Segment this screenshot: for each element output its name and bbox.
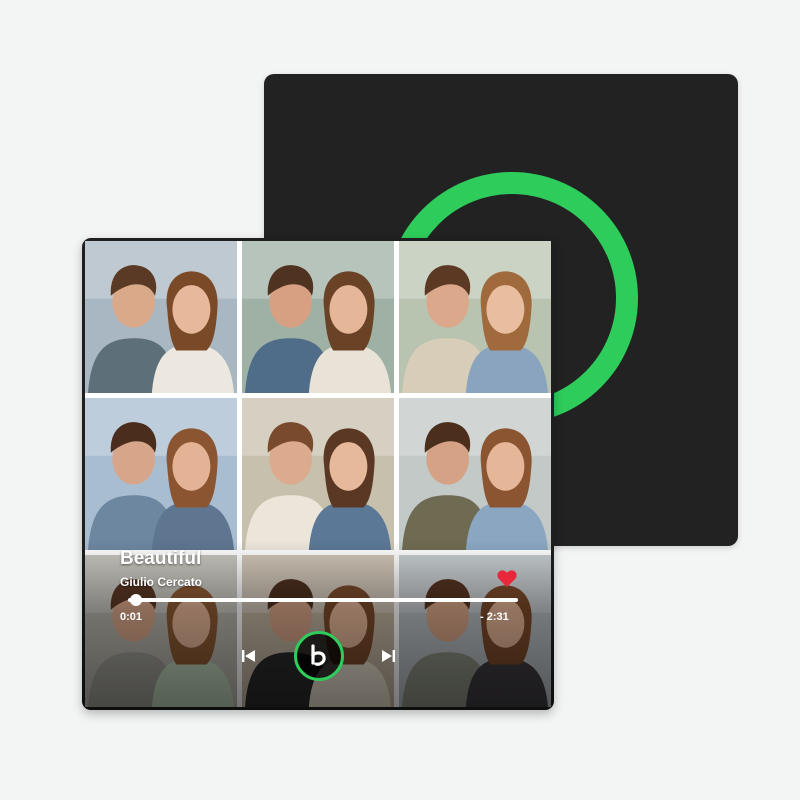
brand-b-icon: [311, 644, 326, 666]
player-card: Beautiful Giulio Cercato 0:01 - 2:31: [82, 238, 554, 710]
couple-photo: [242, 241, 394, 393]
artist-name: Giulio Cercato: [120, 575, 203, 589]
couple-photo: [242, 398, 394, 550]
progress-knob[interactable]: [129, 594, 142, 606]
couple-photo: [399, 241, 551, 393]
song-title: Beautiful: [120, 548, 202, 569]
skip-previous-icon[interactable]: [242, 649, 256, 663]
skip-next-icon[interactable]: [381, 649, 395, 663]
progress-bar[interactable]: [128, 598, 518, 602]
time-elapsed: 0:01: [120, 611, 143, 623]
heart-icon[interactable]: [496, 568, 518, 588]
couple-photo: [85, 241, 237, 393]
time-remaining: - 2:31: [480, 611, 509, 623]
couple-photo: [399, 398, 551, 550]
play-button[interactable]: [294, 631, 344, 681]
couple-photo: [85, 398, 237, 550]
